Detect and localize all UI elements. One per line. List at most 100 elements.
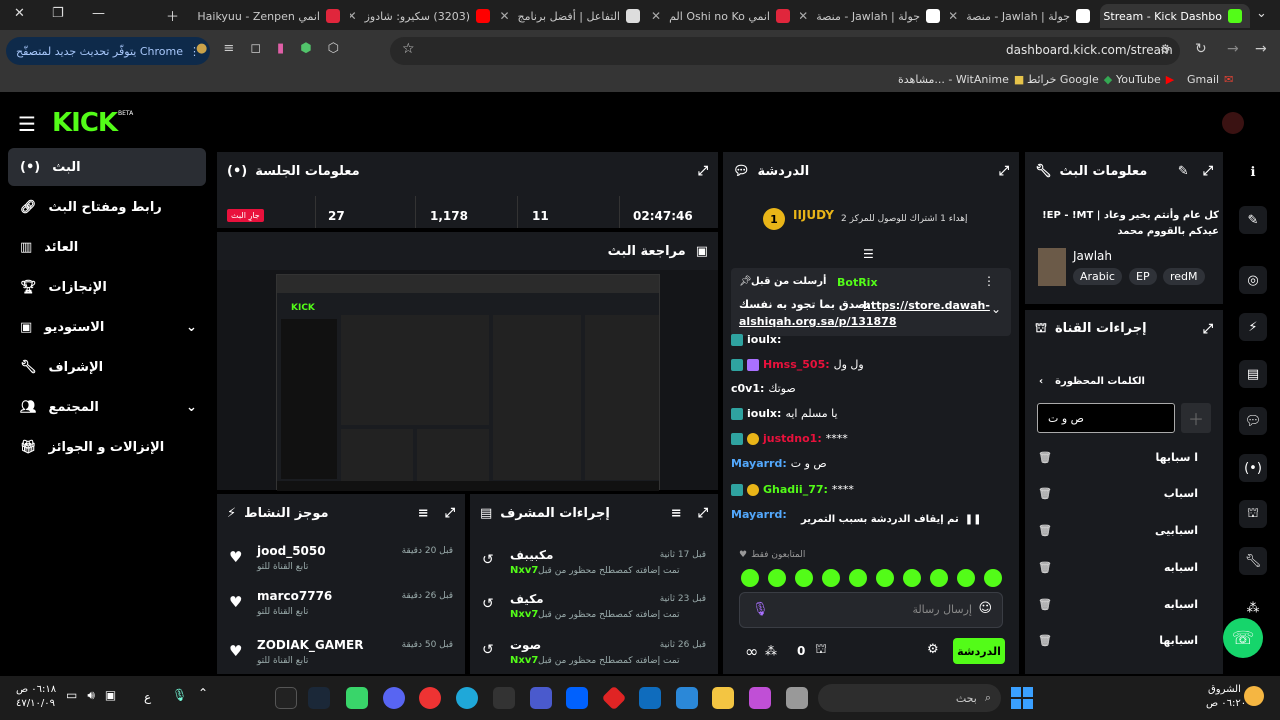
close-icon[interactable]: ✕ bbox=[800, 9, 808, 23]
close-icon[interactable]: ✕ bbox=[500, 9, 510, 23]
edit-icon[interactable]: ✎ bbox=[1178, 164, 1189, 179]
lightning-icon[interactable]: ⚡︎ bbox=[1239, 313, 1267, 341]
chat-user[interactable]: justdno1: bbox=[763, 432, 822, 445]
emoji-icon[interactable]: ☺ bbox=[978, 601, 992, 616]
network-icon[interactable]: ▣ bbox=[105, 688, 116, 703]
shield-icon[interactable]: ⬢ bbox=[300, 41, 311, 56]
kick-logo[interactable]: KICK bbox=[52, 108, 118, 138]
tab-kick-dashboard[interactable]: Stream - Kick Dashbo ✕ bbox=[1100, 4, 1250, 28]
emote[interactable] bbox=[984, 569, 1002, 587]
pinned-message[interactable]: 📌︎ أرسلت من قبل BotRix ⋮ تصدق بما تجود ب… bbox=[731, 268, 1011, 336]
chat-input[interactable]: 🎙︎ إرسال رسالة ☺ bbox=[739, 592, 1003, 628]
tag-pill[interactable]: redM bbox=[1163, 268, 1205, 285]
undo-icon[interactable]: ↺ bbox=[482, 552, 494, 568]
puzzle-icon[interactable]: ◻ bbox=[250, 41, 261, 56]
nav-achievements[interactable]: الإنجازات 🏆︎ bbox=[8, 268, 206, 306]
trash-icon[interactable]: 🗑︎ bbox=[1038, 598, 1052, 611]
category-name[interactable]: Jawlah bbox=[1073, 249, 1112, 263]
language-indicator[interactable]: ع bbox=[144, 690, 151, 704]
chat-user[interactable]: Hmss_505: bbox=[763, 358, 830, 371]
tab-jawlah-1[interactable]: جولة | Jawlah - منصة ✕ bbox=[950, 4, 1098, 28]
emote[interactable] bbox=[741, 569, 759, 587]
extension-icon[interactable]: ▮ bbox=[277, 41, 284, 56]
tab-tafaul[interactable]: التفاعل | أفضل برنامج ✕ bbox=[500, 4, 648, 28]
chat-user[interactable]: ioulx: bbox=[747, 407, 781, 420]
collapse-icon[interactable]: ☰ bbox=[863, 247, 874, 261]
send-chat-button[interactable]: الدردشة bbox=[953, 638, 1005, 664]
edit-icon[interactable]: ✎ bbox=[1239, 206, 1267, 234]
close-icon[interactable]: ✕ bbox=[350, 9, 357, 23]
pinned-user[interactable]: BotRix bbox=[837, 276, 878, 289]
popout-icon[interactable]: ⤢ bbox=[1203, 164, 1213, 179]
chat-icon[interactable]: 💬︎ bbox=[1239, 407, 1267, 435]
new-tab-button[interactable]: ＋ bbox=[166, 6, 179, 25]
chevron-up-icon[interactable]: ⌃ bbox=[198, 686, 208, 700]
mic-icon[interactable]: 🎙︎ bbox=[172, 688, 187, 702]
camera-icon[interactable]: ◎ bbox=[1239, 266, 1267, 294]
window-close-button[interactable]: ✕ bbox=[14, 6, 25, 21]
category-thumbnail[interactable] bbox=[1038, 248, 1066, 286]
nav-stream[interactable]: البث (•) bbox=[8, 148, 206, 186]
taskbar-search[interactable]: بحث ⌕ bbox=[818, 684, 1001, 712]
undo-icon[interactable]: ↺ bbox=[482, 642, 494, 658]
sun-icon[interactable] bbox=[1244, 686, 1264, 706]
nav-revenue[interactable]: العائد ▥ bbox=[8, 228, 206, 266]
bookmark-witanime[interactable]: مشاهدة... - WitAnime ■ bbox=[898, 73, 1024, 86]
banned-word-input[interactable]: ص و ت bbox=[1037, 403, 1175, 433]
volume-icon[interactable]: 🔊︎ bbox=[87, 688, 95, 703]
site-settings-icon[interactable]: ⚙ bbox=[1160, 42, 1171, 56]
window-minimize-button[interactable]: — bbox=[92, 6, 105, 21]
back-button[interactable]: ‹ الكلمات المحظورة bbox=[1039, 376, 1145, 387]
chat-user[interactable]: ioulx: bbox=[747, 333, 781, 346]
trash-icon[interactable]: 🗑︎ bbox=[1038, 634, 1052, 647]
popout-icon[interactable]: ⤢ bbox=[698, 506, 708, 521]
info-icon[interactable]: ℹ bbox=[1239, 158, 1267, 186]
tag-pill[interactable]: EP bbox=[1129, 268, 1157, 285]
chevron-down-icon[interactable]: ⌄ bbox=[991, 302, 1001, 316]
reload-icon[interactable]: ↻ bbox=[1195, 41, 1207, 57]
chat-user[interactable]: Mayarrd: bbox=[731, 508, 787, 521]
popout-icon[interactable]: ⤢ bbox=[445, 506, 455, 521]
trash-icon[interactable]: 🗑︎ bbox=[1038, 524, 1052, 537]
back-icon[interactable]: → bbox=[1255, 41, 1267, 57]
popout-icon[interactable]: ⤢ bbox=[1203, 322, 1213, 337]
chrome-update-button[interactable]: يتوفّر تحديث جديد لمتصفّح Chrome ⋮ bbox=[6, 37, 210, 65]
trash-icon[interactable]: 🗑︎ bbox=[1038, 561, 1052, 574]
emote[interactable] bbox=[795, 569, 813, 587]
forward-icon[interactable]: → bbox=[1227, 41, 1239, 57]
activity-user[interactable]: jood_5050 bbox=[257, 544, 326, 558]
nav-community[interactable]: ⌄ المجتمع 👥︎ bbox=[8, 388, 206, 426]
mod-action-by[interactable]: Nxv7 bbox=[510, 609, 538, 620]
dropbox-icon[interactable] bbox=[566, 687, 588, 709]
support-chat-button[interactable]: ☏ bbox=[1223, 618, 1263, 658]
bookmark-maps[interactable]: خرائط Google ◆ bbox=[1027, 73, 1112, 86]
playlist-icon[interactable]: ≡ bbox=[223, 41, 234, 56]
nav-studio[interactable]: ⌄ الاستوديو ▣ bbox=[8, 308, 206, 346]
tab-haikyuu[interactable]: انمي Haikyuu - Zenpen ✕ bbox=[196, 4, 348, 28]
infinity-icon[interactable]: ∞ bbox=[745, 642, 758, 661]
bookmark-gmail[interactable]: Gmail ✉ bbox=[1187, 73, 1233, 86]
nav-moderation[interactable]: الإشراف 🔧︎ bbox=[8, 348, 206, 386]
emote[interactable] bbox=[849, 569, 867, 587]
outlook-icon[interactable] bbox=[639, 687, 661, 709]
popout-icon[interactable]: ⤢ bbox=[999, 164, 1009, 179]
edge-icon[interactable] bbox=[456, 687, 478, 709]
store-icon[interactable]: ⛫ bbox=[815, 642, 827, 659]
mod-action-by[interactable]: Nxv7 bbox=[510, 565, 538, 576]
app-icon[interactable] bbox=[346, 687, 368, 709]
epic-games-icon[interactable] bbox=[493, 687, 515, 709]
pinned-link[interactable]: https://store.dawah-alshiqah.org.sa/p/13… bbox=[739, 298, 990, 330]
emote[interactable] bbox=[957, 569, 975, 587]
battery-icon[interactable]: ▭ bbox=[66, 688, 77, 703]
window-restore-button[interactable]: ❐ bbox=[52, 6, 64, 21]
top-gifter-user[interactable]: IIJUDY bbox=[793, 208, 834, 222]
add-word-button[interactable]: ＋ bbox=[1181, 403, 1211, 433]
emote[interactable] bbox=[876, 569, 894, 587]
steam-icon[interactable] bbox=[308, 687, 330, 709]
emote[interactable] bbox=[930, 569, 948, 587]
app-icon[interactable] bbox=[275, 687, 297, 709]
chat-user[interactable]: c0v1: bbox=[731, 382, 764, 395]
hamburger-menu-icon[interactable]: ☰ bbox=[18, 112, 36, 136]
extension-icon[interactable]: ● bbox=[196, 41, 207, 56]
channel-icon[interactable]: ⛫ bbox=[1239, 500, 1267, 528]
